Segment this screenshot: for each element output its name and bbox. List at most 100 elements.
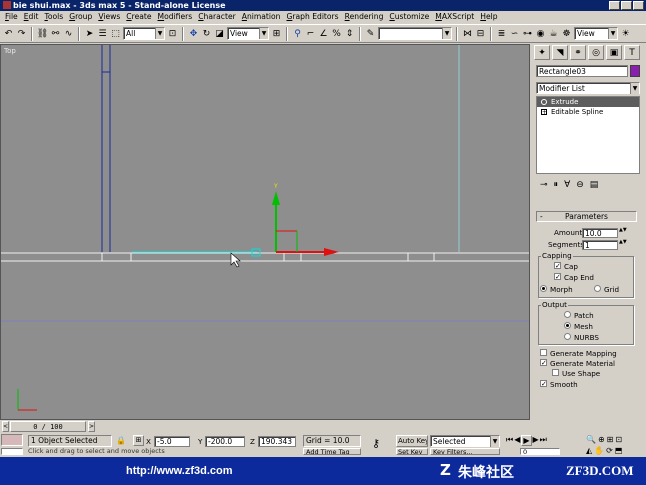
cap-end-checkbox[interactable]: ✓ [554,273,561,281]
pan-icon[interactable]: ✋ [594,446,604,455]
key-icon[interactable]: ⚷ [372,437,380,450]
select-and-manipulate-icon[interactable]: ⚲ [292,27,303,40]
remove-modifier-icon[interactable]: ⊖ [576,180,584,190]
show-end-result-icon[interactable]: ⏸ [554,180,559,190]
nurbs-radio[interactable] [564,333,571,340]
menu-character[interactable]: Character [195,11,239,23]
spinner-arrows-icon[interactable]: ▲▼ [619,228,627,238]
unlink-icon[interactable]: ⚯ [50,27,61,40]
go-to-end-icon[interactable]: ⏭ [540,435,547,446]
previous-frame-icon[interactable]: ◀ [514,435,520,446]
gizmo-y-arrow[interactable] [272,191,280,205]
move-icon[interactable]: ✥ [188,27,199,40]
z-coordinate-field[interactable]: 190.343 [258,436,296,447]
motion-tab-icon[interactable]: ◎ [588,45,604,60]
stack-item-editable-spline[interactable]: + Editable Spline [537,107,639,117]
current-frame-field[interactable]: 0 [520,448,560,455]
mirror-icon[interactable]: ⋈ [462,27,473,40]
lock-icon[interactable]: 🔒 [116,436,126,445]
menu-help[interactable]: Help [477,11,500,23]
transform-mode-icon[interactable]: ⊞ [133,435,144,446]
mesh-radio[interactable] [564,322,571,329]
object-name-field[interactable]: Rectangle03 [536,65,628,77]
amount-spinner[interactable]: 10.0 [582,228,618,238]
reference-coordinate-dropdown[interactable]: View ▼ [227,27,269,40]
maxscript-listener-mini[interactable] [1,434,23,446]
go-to-start-icon[interactable]: ⏮ [506,435,513,446]
rectangular-selection-icon[interactable]: ⬚ [110,27,121,40]
quick-render-icon[interactable]: ☸ [561,27,572,40]
gizmo-x-arrow[interactable] [324,248,339,256]
percent-snap-icon[interactable]: % [331,27,342,40]
time-slider[interactable]: < 0 / 100 > [0,420,530,433]
modifier-list-dropdown[interactable]: Modifier List ▼ [536,82,640,94]
menu-customize[interactable]: Customize [386,11,432,23]
zoom-icon[interactable]: 🔍 [586,435,596,444]
named-selection-dropdown[interactable]: ▼ [378,27,452,40]
snaps-toggle-icon[interactable]: ⌐ [305,27,316,40]
set-key-button[interactable]: Set Key [396,448,428,455]
pivot-center-icon[interactable]: ⊞ [271,27,282,40]
utilities-tab-icon[interactable]: T [624,45,640,60]
expand-plus-icon[interactable]: + [541,109,547,116]
menu-graph-editors[interactable]: Graph Editors [283,11,341,23]
lightbulb-icon[interactable] [541,99,547,105]
material-editor-icon[interactable]: ◉ [535,27,546,40]
object-color-swatch[interactable] [630,65,640,77]
time-prev-icon[interactable]: < [2,421,9,432]
make-unique-icon[interactable]: ∀ [564,180,570,190]
viewport-top[interactable]: Y Top [0,44,530,420]
redo-icon[interactable]: ↷ [16,27,27,40]
zoom-extents-all-icon[interactable]: ⊡ [615,435,622,444]
pin-stack-icon[interactable]: ⊸ [540,180,548,190]
maximize-button[interactable] [621,1,632,10]
hierarchy-tab-icon[interactable]: ⚭ [570,45,586,60]
scale-icon[interactable]: ◪ [214,27,225,40]
rotate-icon[interactable]: ↻ [201,27,212,40]
layer-manager-icon[interactable]: ≣ [496,27,507,40]
menu-create[interactable]: Create [123,11,154,23]
modify-tab-icon[interactable]: ◥ [552,45,568,60]
menu-edit[interactable]: Edit [21,11,42,23]
patch-radio[interactable] [564,311,571,318]
next-frame-icon[interactable]: ▶ [533,435,539,446]
y-coordinate-field[interactable]: -200.0 [205,436,245,447]
key-filters-button[interactable]: Key Filters... [430,448,500,455]
maximize-viewport-icon[interactable]: ⬒ [615,446,623,455]
window-crossing-icon[interactable]: ⊡ [167,27,178,40]
menu-file[interactable]: File [2,11,21,23]
menu-views[interactable]: Views [95,11,123,23]
field-of-view-icon[interactable]: ◭ [586,446,592,455]
edit-named-selection-icon[interactable]: ✎ [365,27,376,40]
render-last-icon[interactable]: ☀ [620,27,631,40]
auto-key-button[interactable]: Auto Key [396,435,428,447]
menu-animation[interactable]: Animation [239,11,284,23]
undo-icon[interactable]: ↶ [3,27,14,40]
use-shape-checkbox[interactable] [552,369,559,376]
add-time-tag-button[interactable]: Add Time Tag [303,448,361,455]
curve-editor-icon[interactable]: ∽ [509,27,520,40]
cap-start-checkbox[interactable]: ✓ [554,262,561,270]
time-next-icon[interactable]: > [88,421,95,432]
select-link-icon[interactable]: ⛓ [37,27,48,40]
arc-rotate-icon[interactable]: ⟳ [606,446,613,455]
display-tab-icon[interactable]: ▣ [606,45,622,60]
segments-spinner[interactable]: 1 [582,240,618,250]
menu-group[interactable]: Group [66,11,95,23]
time-slider-thumb[interactable]: 0 / 100 [10,421,86,432]
render-scene-icon[interactable]: ☕ [548,27,559,40]
viewport-label[interactable]: Top [4,47,16,55]
schematic-view-icon[interactable]: ⊶ [522,27,533,40]
morph-radio[interactable] [540,285,547,292]
menu-modifiers[interactable]: Modifiers [155,11,196,23]
menu-tools[interactable]: Tools [41,11,66,23]
generate-material-checkbox[interactable]: ✓ [540,359,547,367]
menu-rendering[interactable]: Rendering [342,11,387,23]
play-icon[interactable]: ▶ [521,435,532,446]
configure-modifier-sets-icon[interactable]: ▤ [590,180,599,190]
select-object-icon[interactable]: ➤ [84,27,95,40]
close-button[interactable] [633,1,644,10]
generate-mapping-checkbox[interactable] [540,349,547,356]
minimize-button[interactable] [609,1,620,10]
zoom-extents-icon[interactable]: ⊞ [607,435,614,444]
